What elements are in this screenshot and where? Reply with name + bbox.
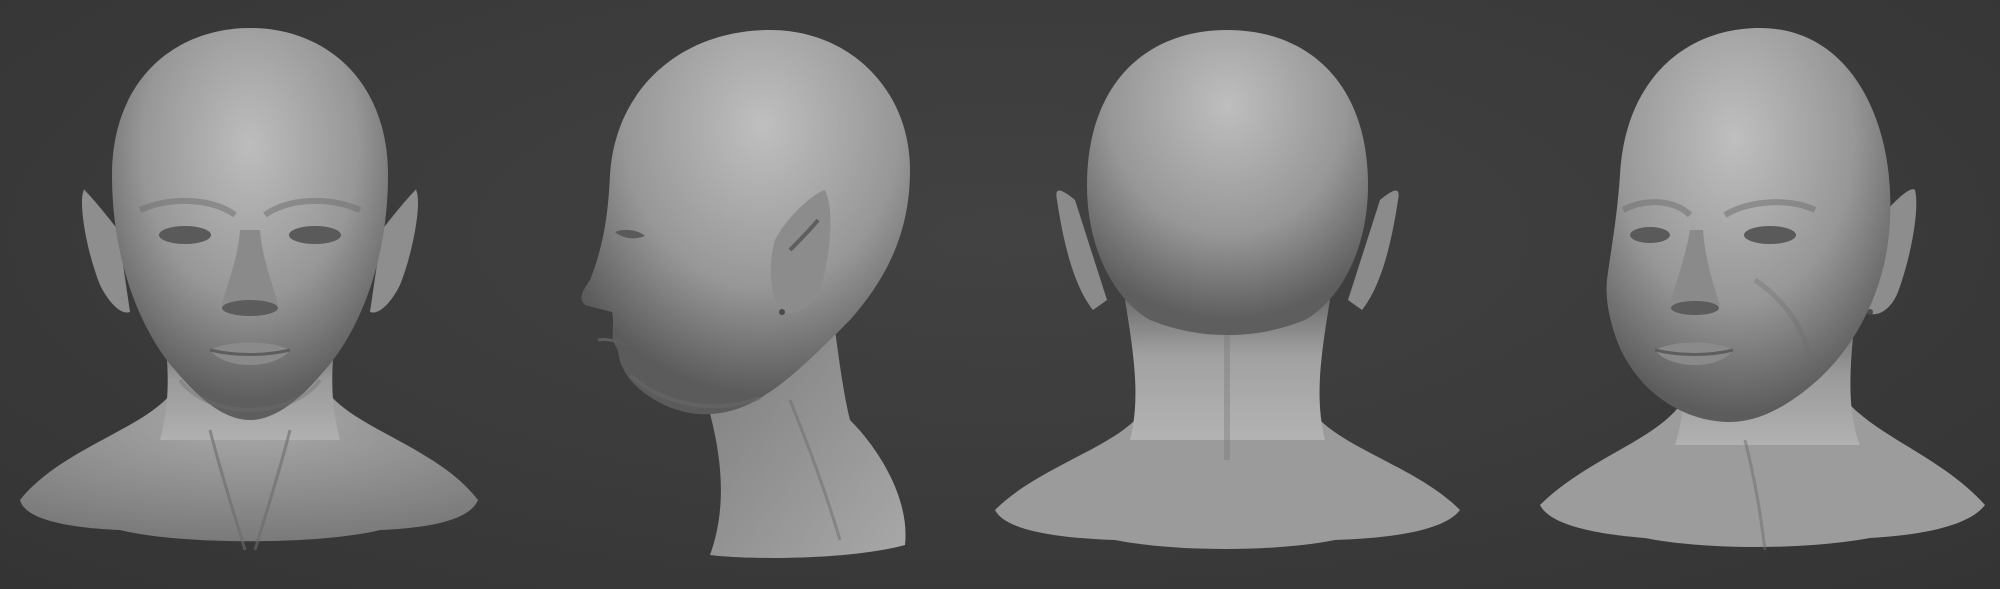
left-eye [1630, 227, 1670, 243]
right-eye [1744, 226, 1796, 244]
head-three-quarter-view [1515, 0, 2000, 589]
head-profile-view [520, 0, 940, 589]
skull-face [581, 30, 910, 415]
head-side-render [581, 30, 910, 558]
head-front-view [0, 0, 500, 589]
head-three-quarter-render [1540, 28, 1985, 551]
head-back-render [995, 30, 1460, 549]
back-of-skull [1087, 30, 1368, 335]
left-eye [159, 226, 211, 244]
head-front-render [20, 28, 478, 551]
right-eye [289, 226, 341, 244]
head-back-view [975, 0, 1480, 589]
sculpt-viewport [0, 0, 2000, 589]
